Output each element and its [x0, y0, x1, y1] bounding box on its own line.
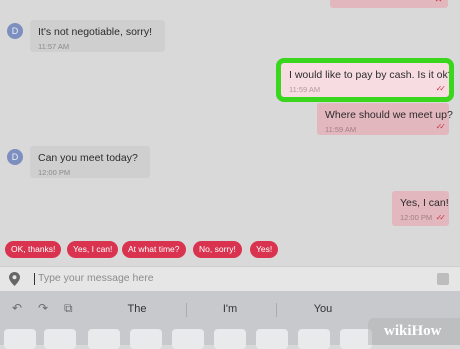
key[interactable] — [172, 329, 204, 349]
message-bubble-outgoing[interactable]: Where should we meet up? 11:59 AM ✓✓ — [317, 103, 453, 135]
quick-reply-yes[interactable]: Yes! — [250, 241, 279, 258]
suggestion-3[interactable]: You — [283, 303, 363, 315]
emoji-icon[interactable] — [437, 273, 449, 285]
key[interactable] — [298, 329, 330, 349]
watermark-how: How — [411, 323, 442, 339]
text-cursor — [34, 273, 35, 285]
clipboard-icon[interactable]: ⧉ — [64, 301, 73, 316]
message-text: Yes, I can! — [400, 197, 449, 209]
contact-avatar[interactable]: D — [7, 23, 23, 39]
message-input[interactable]: Type your message here — [38, 272, 154, 284]
message-bubble-partial[interactable]: ✓✓ — [330, 0, 448, 8]
message-input-bar: Type your message here — [0, 266, 460, 291]
read-receipt-icon: ✓✓ — [435, 84, 447, 93]
message-bubble-incoming[interactable]: It's not negotiable, sorry! 11:57 AM — [30, 20, 165, 52]
message-time: 11:59 AM — [289, 85, 321, 94]
undo-icon[interactable]: ↶ — [12, 301, 22, 315]
contact-avatar[interactable]: D — [7, 149, 23, 165]
message-bubble-outgoing[interactable]: Yes, I can! 12:00 PM ✓✓ — [392, 191, 449, 226]
quick-reply-yes-i-can[interactable]: Yes, I can! — [67, 241, 119, 258]
key[interactable] — [256, 329, 288, 349]
message-time: 12:00 PM — [38, 168, 71, 177]
suggestion-divider — [186, 303, 187, 317]
location-pin-icon[interactable] — [9, 272, 20, 286]
key[interactable] — [4, 329, 36, 349]
key[interactable] — [214, 329, 246, 349]
message-time: 11:57 AM — [38, 42, 70, 51]
quick-reply-no-sorry[interactable]: No, sorry! — [193, 241, 242, 258]
suggestion-1[interactable]: The — [97, 303, 177, 315]
suggestion-2[interactable]: I'm — [190, 303, 270, 315]
message-bubble-incoming[interactable]: Can you meet today? 12:00 PM — [30, 146, 150, 178]
chat-area: ✓✓ D It's not negotiable, sorry! 11:57 A… — [0, 0, 460, 262]
read-receipt-icon: ✓✓ — [435, 0, 446, 4]
redo-icon[interactable]: ↷ — [38, 301, 48, 315]
wikihow-watermark: wikiHow — [368, 318, 460, 345]
read-receipt-icon: ✓✓ — [435, 213, 447, 222]
message-time: 11:59 AM — [325, 125, 357, 134]
key[interactable] — [44, 329, 76, 349]
quick-reply-ok-thanks[interactable]: OK, thanks! — [5, 241, 62, 258]
message-bubble-highlighted[interactable]: I would like to pay by cash. Is it ok? 1… — [276, 58, 454, 102]
key[interactable] — [88, 329, 120, 349]
message-text: I would like to pay by cash. Is it ok? — [289, 69, 454, 81]
quick-reply-at-what-time[interactable]: At what time? — [122, 241, 186, 258]
message-text: It's not negotiable, sorry! — [38, 26, 153, 38]
message-text: Where should we meet up? — [325, 109, 453, 121]
watermark-wiki: wiki — [384, 323, 412, 339]
suggestion-divider — [276, 303, 277, 317]
read-receipt-icon: ✓✓ — [435, 122, 447, 131]
key[interactable] — [130, 329, 162, 349]
message-text: Can you meet today? — [38, 152, 138, 164]
